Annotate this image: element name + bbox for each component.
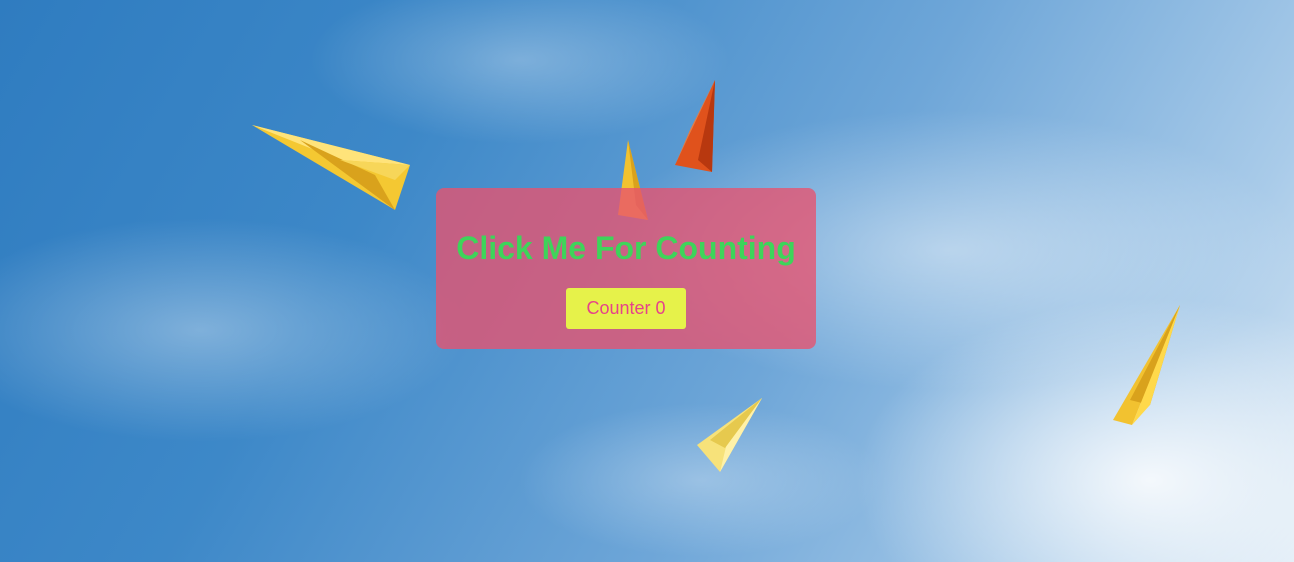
counter-button[interactable]: Counter 0: [566, 288, 686, 329]
counter-card: Click Me For Counting Counter 0: [436, 188, 816, 349]
card-title: Click Me For Counting: [456, 230, 796, 266]
sky-background: Click Me For Counting Counter 0: [0, 0, 1294, 562]
